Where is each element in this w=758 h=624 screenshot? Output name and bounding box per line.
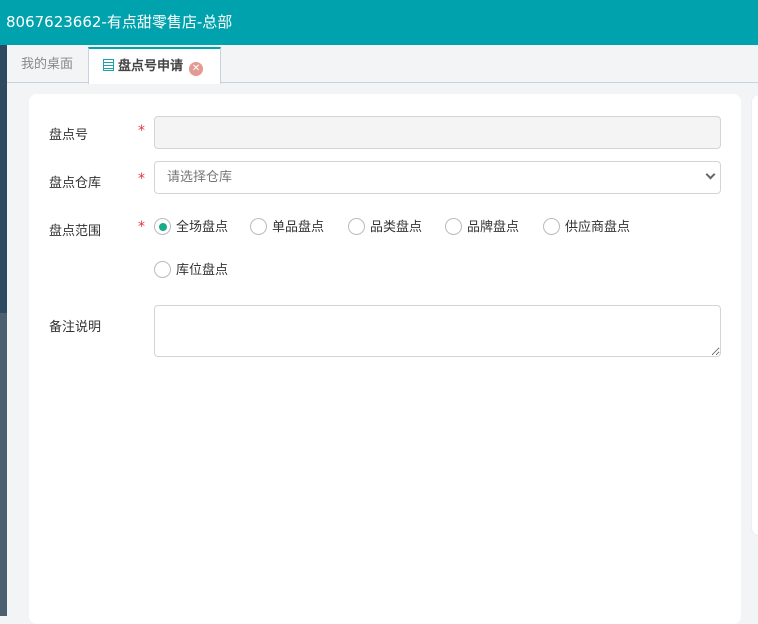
tab-stocktake-apply[interactable]: 盘点号申请 ✕	[88, 47, 221, 84]
tab-desktop[interactable]: 我的桌面	[7, 47, 87, 83]
scope-label: 盘点范围	[49, 224, 102, 239]
required-mark: *	[138, 219, 145, 235]
scope-radio-item[interactable]: 单品盘点	[250, 218, 324, 238]
app-title: 8067623662-有点甜零售店-总部	[6, 13, 233, 31]
scope-radio-category[interactable]: 品类盘点	[348, 218, 422, 238]
app-header: 8067623662-有点甜零售店-总部	[0, 0, 758, 45]
close-tab-icon[interactable]: ✕	[189, 62, 204, 76]
tab-bar: 我的桌面 盘点号申请 ✕	[7, 45, 758, 84]
warehouse-label: 盘点仓库	[49, 176, 102, 191]
stocktake-number-input[interactable]	[154, 116, 721, 149]
required-mark: *	[138, 123, 145, 139]
number-label: 盘点号	[49, 128, 89, 143]
document-icon	[103, 59, 114, 71]
scope-radio-all[interactable]: 全场盘点	[154, 218, 228, 238]
scope-radio-brand[interactable]: 品牌盘点	[445, 218, 519, 238]
required-mark: *	[138, 171, 145, 187]
chevron-down-icon	[705, 169, 716, 180]
scope-radio-location[interactable]: 库位盘点	[154, 261, 228, 281]
scope-radio-supplier[interactable]: 供应商盘点	[543, 218, 630, 238]
side-panel	[751, 94, 758, 536]
warehouse-select[interactable]: 请选择仓库	[154, 161, 721, 194]
remark-label: 备注说明	[49, 320, 102, 335]
remark-textarea[interactable]	[154, 305, 721, 357]
sidebar	[0, 45, 7, 616]
form-card: 盘点号 * 盘点仓库 * 请选择仓库 盘点范围 * 全场盘点 单品盘点 品类盘点…	[29, 94, 741, 624]
